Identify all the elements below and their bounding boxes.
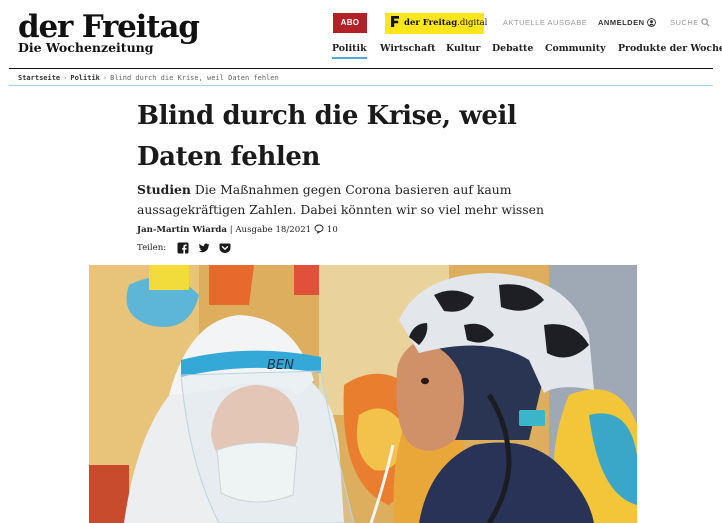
article-hero-image: BEN xyxy=(89,265,637,523)
header-divider xyxy=(9,68,713,69)
article-meta: Jan-Martin Wiarda | Ausgabe 18/2021 10 xyxy=(137,224,338,235)
comment-count[interactable]: 10 xyxy=(327,225,338,235)
mural-yellow-shape xyxy=(149,265,189,290)
nav-item-produkte-der-woche[interactable]: Produkte der Woche xyxy=(618,43,722,54)
comment-icon[interactable] xyxy=(314,224,324,234)
anmelden-link[interactable]: ANMELDEN xyxy=(598,18,656,27)
issue-link[interactable]: Ausgabe 18/2021 xyxy=(235,225,311,235)
nav-item-community[interactable]: Community xyxy=(545,43,606,54)
face-shield-text: BEN xyxy=(267,358,294,373)
twitter-icon[interactable] xyxy=(198,242,210,254)
breadcrumb-startseite[interactable]: Startseite xyxy=(18,74,60,82)
freitag-digital-button[interactable]: der Freitag.digital xyxy=(385,13,488,34)
suche-button[interactable]: SUCHE xyxy=(670,18,710,27)
nav-item-kultur[interactable]: Kultur xyxy=(446,43,480,54)
suche-label: SUCHE xyxy=(670,18,699,27)
helmet-strap-clip xyxy=(519,410,545,426)
article-kicker: Studien xyxy=(137,182,191,197)
article-teaser: Studien Die Maßnahmen gegen Corona basie… xyxy=(137,180,577,220)
search-icon xyxy=(701,18,710,27)
nav-item-wirtschaft[interactable]: Wirtschaft xyxy=(380,43,435,54)
mural-bottom-left xyxy=(89,465,129,523)
pocket-icon[interactable] xyxy=(219,242,231,254)
hero-photo-illustration: BEN xyxy=(89,265,637,523)
author-link[interactable]: Jan-Martin Wiarda xyxy=(137,225,227,235)
freitag-f-icon xyxy=(391,16,399,27)
nav-item-politik[interactable]: Politik xyxy=(332,43,367,59)
site-logo[interactable]: der Freitag Die Wochenzeitung xyxy=(18,9,200,55)
mural-orange-shape xyxy=(209,265,254,305)
aktuelle-ausgabe-link[interactable]: AKTUELLE AUSGABE xyxy=(503,18,587,27)
article-teaser-text: Die Maßnahmen gegen Corona basieren auf … xyxy=(137,182,544,217)
breadcrumb-current: Blind durch die Krise, weil Daten fehlen xyxy=(110,74,279,82)
nav-item-debatte[interactable]: Debatte xyxy=(492,43,533,54)
digital-suffix: .digital xyxy=(457,18,488,28)
facebook-icon[interactable] xyxy=(177,242,189,254)
abo-button[interactable]: ABO xyxy=(333,13,367,33)
breadcrumb-politik[interactable]: Politik xyxy=(70,74,100,82)
breadcrumb: Startseite › Politik › Blind durch die Krise… xyxy=(18,74,279,82)
child-eye xyxy=(421,377,429,385)
breadcrumb-separator: › xyxy=(63,74,68,82)
user-icon xyxy=(646,18,656,27)
breadcrumb-divider xyxy=(9,85,713,86)
share-label: Teilen: xyxy=(137,243,167,253)
digital-prefix: der Freitag xyxy=(404,18,458,28)
logo-title: der Freitag xyxy=(18,9,200,45)
breadcrumb-separator: › xyxy=(102,74,108,82)
anmelden-label: ANMELDEN xyxy=(598,18,645,27)
article-headline: Blind durch die Krise, weil Daten fehlen xyxy=(137,101,517,172)
mural-red-shape xyxy=(294,265,319,295)
